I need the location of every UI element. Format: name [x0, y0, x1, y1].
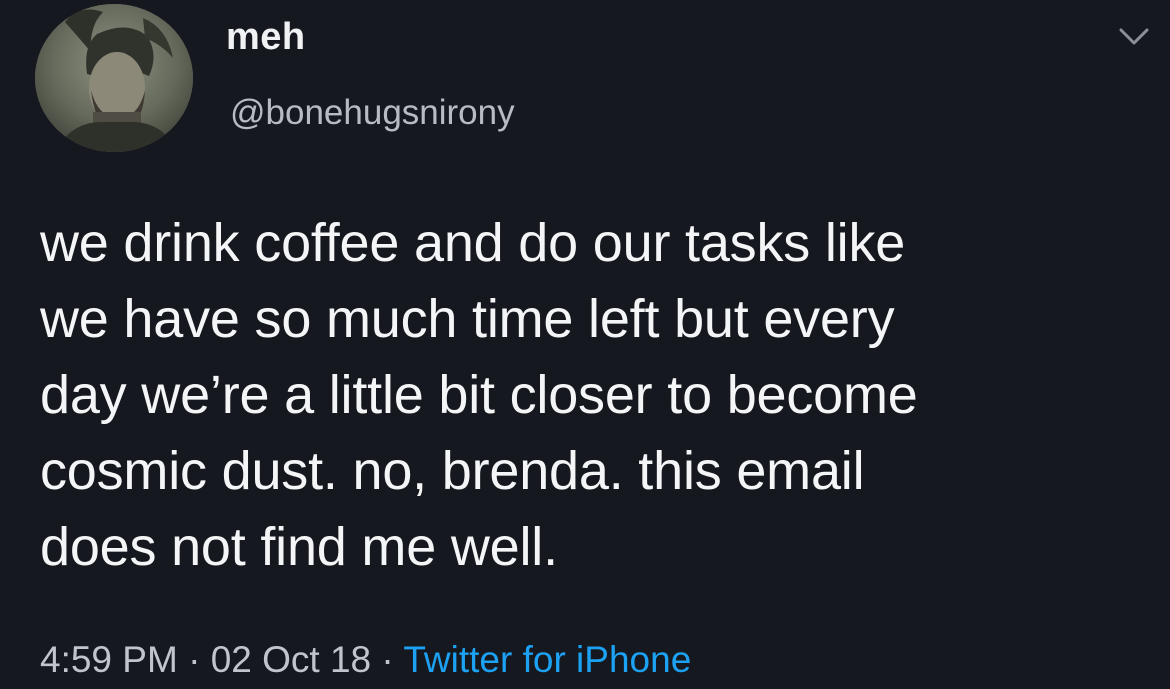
- tweet-text: we drink coffee and do our tasks like we…: [40, 213, 918, 577]
- separator-dot: ·: [188, 639, 201, 680]
- chevron-down-icon[interactable]: [1117, 21, 1151, 51]
- user-handle[interactable]: @bonehugsnirony: [230, 93, 515, 133]
- tweet-time[interactable]: 4:59 PM: [40, 639, 178, 680]
- tweet-date[interactable]: 02 Oct 18: [211, 639, 371, 680]
- separator-dot: ·: [381, 639, 394, 680]
- tweet-card: meh @bonehugsnirony we drink coffee and …: [0, 0, 1170, 689]
- avatar[interactable]: [35, 4, 193, 152]
- tweet-metadata: 4:59 PM · 02 Oct 18 · Twitter for iPhone: [40, 636, 691, 684]
- display-name[interactable]: meh: [226, 16, 306, 60]
- avatar-image: [35, 4, 193, 152]
- tweet-source-link[interactable]: Twitter for iPhone: [403, 639, 691, 680]
